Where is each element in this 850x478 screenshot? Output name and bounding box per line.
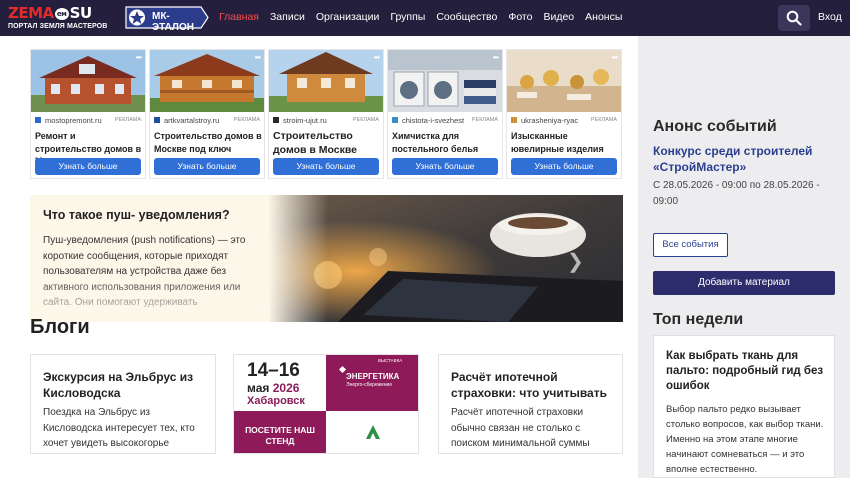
ad-learn-more-button[interactable]: Узнать больше xyxy=(511,158,617,175)
ad-label: РЕКЛАМА xyxy=(471,117,498,123)
expo-exhibition-label: ВЫСТАВКА xyxy=(378,358,403,363)
blog-card-text: Поездка на Эльбрус из Кисловодска интере… xyxy=(43,407,195,449)
nav-item-home[interactable]: Главная xyxy=(219,11,259,23)
mk-etalon-badge[interactable]: МК-ЭТАЛОН xyxy=(125,6,209,33)
ad-learn-more-button[interactable]: Узнать больше xyxy=(392,158,498,175)
event-date: С 28.05.2026 - 09:00 по 28.05.2026 - 09:… xyxy=(653,180,820,207)
ad-card[interactable]: ••• chistota-i-svezhest РЕКЛАМА Химчистк… xyxy=(387,49,503,179)
site-logo[interactable]: ZEMA ем SU ПОРТАЛ ЗЕМЛЯ МАСТЕРОВ xyxy=(8,4,116,32)
ad-menu-icon[interactable]: ••• xyxy=(493,53,499,62)
featured-slider[interactable]: Что такое пуш- уведомления? Пуш-уведомле… xyxy=(30,195,623,322)
ad-image: ••• xyxy=(269,50,383,112)
ad-learn-more-button[interactable]: Узнать больше xyxy=(273,158,379,175)
expo-year: 2026 xyxy=(272,381,300,395)
ad-card[interactable]: ••• mostopremont.ru РЕКЛАМА Ремонт и стр… xyxy=(30,49,146,179)
expo-subtitle: Энерго-сбережение xyxy=(346,382,393,388)
favicon-icon xyxy=(154,117,160,123)
top-week-card[interactable]: Как выбрать ткань для пальто: подробный … xyxy=(653,335,835,478)
expo-dates: 14–16 xyxy=(247,360,300,381)
nav-item-groups[interactable]: Группы xyxy=(390,11,425,23)
main-nav: Главная Записи Организации Группы Сообще… xyxy=(219,11,633,23)
blog-card-text: Расчёт ипотечной страховки обычно связан… xyxy=(451,407,590,449)
ad-domain: ukrasheniya-ryac xyxy=(521,116,579,125)
event-title-link[interactable]: Конкурс среди строителей «СтройМастер» xyxy=(653,143,833,175)
ad-learn-more-button[interactable]: Узнать больше xyxy=(154,158,260,175)
ad-image: ••• xyxy=(31,50,145,112)
ad-domain: stroim-ujut.ru xyxy=(283,116,327,125)
expo-cta[interactable]: ПОСЕТИТЕ НАШ СТЕНД xyxy=(234,411,326,453)
expo-name: ЭНЕРГЕТИКА xyxy=(346,372,400,381)
ad-title[interactable]: Химчистка для постельного белья xyxy=(392,130,500,155)
nav-item-community[interactable]: Сообщество xyxy=(436,11,497,23)
nav-item-announcements[interactable]: Анонсы xyxy=(585,11,622,23)
ad-domain: chistota-i-svezhest xyxy=(402,116,465,125)
login-link[interactable]: Вход xyxy=(818,11,842,23)
blogs-heading: Блоги xyxy=(30,316,90,338)
ad-label: РЕКЛАМА xyxy=(590,117,617,123)
logo-tagline: ПОРТАЛ ЗЕМЛЯ МАСТЕРОВ xyxy=(8,23,108,30)
chevron-right-icon[interactable]: ❯ xyxy=(567,249,584,274)
blog-card-title[interactable]: Экскурсия на Эльбрус из Кисловодска xyxy=(43,369,207,401)
ad-label: РЕКЛАМА xyxy=(114,117,141,123)
badge-label: МК-ЭТАЛОН xyxy=(152,11,194,33)
expo-arrow-icon xyxy=(366,425,380,439)
ad-menu-icon[interactable]: ••• xyxy=(255,53,261,62)
ad-menu-icon[interactable]: ••• xyxy=(136,53,142,62)
expo-mark xyxy=(326,411,418,453)
top-navigation-bar: ZEMA ем SU ПОРТАЛ ЗЕМЛЯ МАСТЕРОВ МК-ЭТАЛОН… xyxy=(0,0,850,36)
nav-item-posts[interactable]: Записи xyxy=(270,11,305,23)
ad-label: РЕКЛАМА xyxy=(233,117,260,123)
announcements-heading: Анонс событий xyxy=(653,118,777,135)
ad-card[interactable]: ••• ukrasheniya-ryac РЕКЛАМА Изысканные … xyxy=(506,49,622,179)
ad-learn-more-button[interactable]: Узнать больше xyxy=(35,158,141,175)
ad-card[interactable]: ••• stroim-ujut.ru РЕКЛАМА Строительство… xyxy=(268,49,384,179)
ad-image: ••• xyxy=(388,50,502,112)
expo-banner[interactable]: 14–16 мая 2026 Хабаровск ВЫСТАВКА ЭНЕРГЕ… xyxy=(233,354,419,454)
ad-label: РЕКЛАМА xyxy=(352,117,379,123)
favicon-icon xyxy=(392,117,398,123)
all-events-button[interactable]: Все события xyxy=(653,233,728,257)
blog-card[interactable]: Расчёт ипотечной страховки: что учитыват… xyxy=(438,354,623,454)
slide-title[interactable]: Что такое пуш- уведомления? xyxy=(43,208,230,222)
ad-card[interactable]: ••• artkvartalstroy.ru РЕКЛАМА Строитель… xyxy=(149,49,265,179)
nav-item-organizations[interactable]: Организации xyxy=(316,11,380,23)
sidebar: Анонс событий Конкурс среди строителей «… xyxy=(638,36,850,478)
search-button[interactable] xyxy=(778,5,810,31)
favicon-icon xyxy=(511,117,517,123)
ad-image: ••• xyxy=(150,50,264,112)
top-week-heading: Топ недели xyxy=(653,311,744,328)
top-week-title[interactable]: Как выбрать ткань для пальто: подробный … xyxy=(666,349,826,394)
nav-item-video[interactable]: Видео xyxy=(543,11,574,23)
expo-month: мая xyxy=(247,381,270,395)
top-week-text: Выбор пальто редко вызывает столько вопр… xyxy=(666,404,824,475)
add-material-button[interactable]: Добавить материал xyxy=(653,271,835,295)
search-icon xyxy=(786,10,802,26)
favicon-icon xyxy=(273,117,279,123)
blog-card-title[interactable]: Расчёт ипотечной страховки: что учитыват… xyxy=(451,369,611,401)
ad-title[interactable]: Изысканные ювелирные изделия xyxy=(511,130,619,155)
ad-image: ••• xyxy=(507,50,621,112)
ad-domain: mostopremont.ru xyxy=(45,116,102,125)
blog-card[interactable]: Экскурсия на Эльбрус из Кисловодска Поез… xyxy=(30,354,216,454)
main-content: ••• mostopremont.ru РЕКЛАМА Ремонт и стр… xyxy=(0,36,638,478)
ad-title[interactable]: Строительство домов в Москве под ключ xyxy=(154,130,262,155)
ad-menu-icon[interactable]: ••• xyxy=(612,53,618,62)
favicon-icon xyxy=(35,117,41,123)
nav-item-photo[interactable]: Фото xyxy=(508,11,532,23)
expo-city: Хабаровск xyxy=(247,395,305,407)
ad-menu-icon[interactable]: ••• xyxy=(374,53,380,62)
ad-domain: artkvartalstroy.ru xyxy=(164,116,220,125)
expo-logo-icon xyxy=(338,365,347,374)
logo-wordmark: ZEMA ем SU xyxy=(8,4,92,22)
expo-brand: ВЫСТАВКА ЭНЕРГЕТИКА Энерго-сбережение xyxy=(326,355,418,411)
ad-title[interactable]: Строительство домов в Москве xyxy=(273,130,381,157)
